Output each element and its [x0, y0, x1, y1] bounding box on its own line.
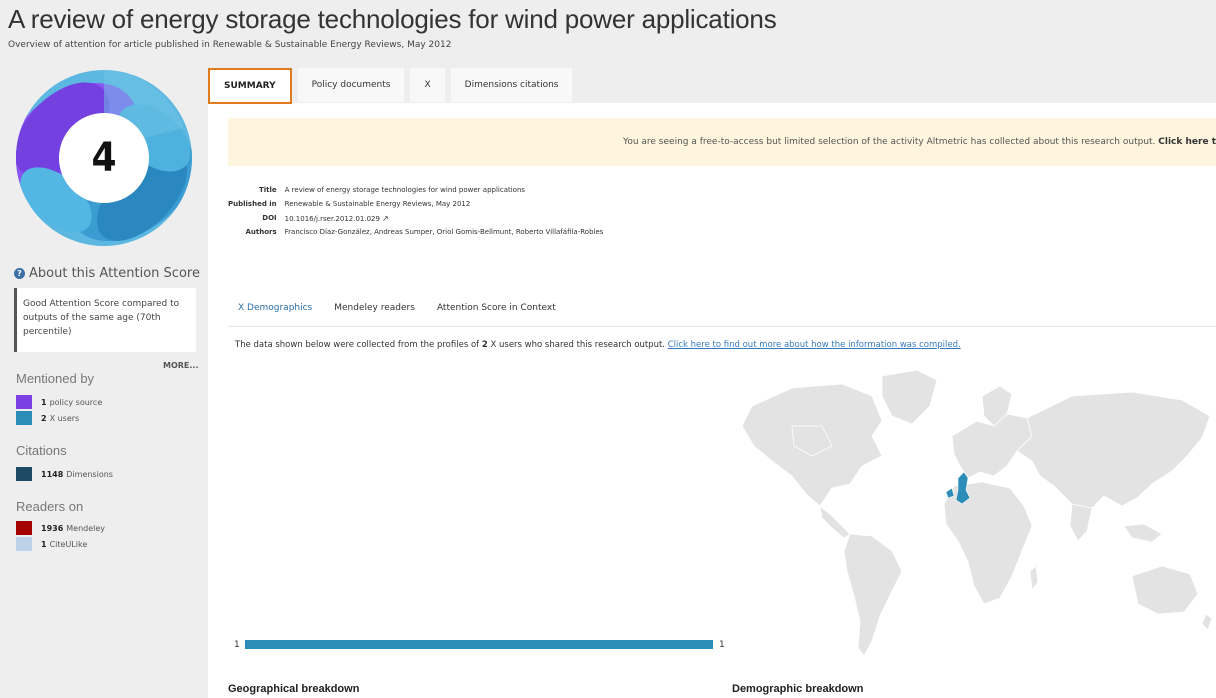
x-swatch [16, 411, 32, 425]
citeulike-count: 1 [41, 539, 47, 549]
notice-link[interactable]: Click here t [1158, 137, 1216, 147]
readers-citeulike-row[interactable]: 1 CiteULike [16, 537, 87, 551]
meta-published-value: Renewable & Sustainable Energy Reviews, … [284, 200, 471, 208]
main-tabs: SUMMARY Policy documents X Dimensions ci… [208, 68, 578, 104]
citeulike-label: CiteULike [49, 539, 88, 549]
citations-dimensions-row[interactable]: 1148 Dimensions [16, 467, 113, 481]
mendeley-count: 1936 [41, 523, 64, 533]
demographics-subtabs: X Demographics Mendeley readers Attentio… [238, 303, 556, 313]
subtab-attention-context[interactable]: Attention Score in Context [437, 303, 556, 313]
bar-min-label: 1 [234, 640, 240, 650]
page-subtitle: Overview of attention for article publis… [8, 40, 452, 50]
article-metadata: Title A review of energy storage technol… [228, 185, 607, 241]
readers-heading: Readers on [16, 499, 84, 514]
score-summary: Good Attention Score compared to outputs… [14, 288, 196, 352]
world-map-graphic [741, 369, 1213, 657]
policy-label: policy source [49, 397, 103, 407]
data-note-prefix: The data shown below were collected from… [235, 340, 482, 350]
geographic-scale-bar [245, 640, 713, 649]
doi-link[interactable]: 10.1016/j.rser.2012.01.029 [285, 215, 380, 223]
meta-title-value: A review of energy storage technologies … [284, 186, 526, 194]
tab-summary[interactable]: SUMMARY [208, 68, 292, 104]
subtab-mendeley-readers[interactable]: Mendeley readers [334, 303, 415, 313]
bar-max-label: 1 [719, 640, 725, 650]
compiled-info-link[interactable]: Click here to find out more about how th… [668, 340, 961, 350]
meta-published-key: Published in [228, 200, 277, 208]
dimensions-swatch [16, 467, 32, 481]
readers-mendeley-row[interactable]: 1936 Mendeley [16, 521, 105, 535]
meta-authors-value: Francisco Díaz-González, Andreas Sumper,… [284, 228, 604, 236]
attention-donut[interactable]: 4 [14, 68, 194, 248]
x-label: X users [49, 413, 80, 423]
dimensions-label: Dimensions [66, 469, 113, 479]
mendeley-label: Mendeley [66, 523, 106, 533]
tab-policy-documents[interactable]: Policy documents [297, 68, 405, 102]
help-icon: ? [14, 268, 25, 279]
page-title: A review of energy storage technologies … [8, 4, 777, 34]
mendeley-swatch [16, 521, 32, 535]
limited-access-notice: You are seeing a free-to-access but limi… [228, 118, 1216, 166]
mentioned-by-heading: Mentioned by [16, 371, 95, 386]
external-link-icon[interactable]: ↗ [382, 214, 389, 223]
world-map[interactable] [732, 366, 1216, 666]
about-score-link[interactable]: ? About this Attention Score [14, 266, 200, 281]
x-count: 2 [41, 413, 47, 423]
demographic-breakdown-heading: Demographic breakdown [732, 683, 864, 695]
mention-x-row[interactable]: 2 X users [16, 411, 79, 425]
geographical-breakdown-heading: Geographical breakdown [228, 683, 360, 695]
dimensions-count: 1148 [41, 469, 64, 479]
data-note-middle: X users who shared this research output. [487, 340, 668, 350]
more-link[interactable]: MORE... [163, 361, 199, 370]
meta-authors-key: Authors [245, 228, 277, 236]
policy-count: 1 [41, 397, 47, 407]
notice-text: You are seeing a free-to-access but limi… [623, 137, 1159, 147]
citations-heading: Citations [16, 443, 67, 458]
policy-swatch [16, 395, 32, 409]
meta-title-key: Title [258, 186, 277, 194]
mention-policy-row[interactable]: 1 policy source [16, 395, 102, 409]
subtab-divider [228, 326, 1216, 327]
citeulike-swatch [16, 537, 32, 551]
tab-x[interactable]: X [410, 68, 445, 102]
subtab-x-demographics[interactable]: X Demographics [238, 303, 312, 313]
meta-doi-key: DOI [262, 214, 277, 222]
attention-score: 4 [91, 135, 117, 181]
about-score-label: About this Attention Score [29, 266, 200, 281]
data-note: The data shown below were collected from… [235, 340, 961, 350]
tab-dimensions-citations[interactable]: Dimensions citations [450, 68, 573, 102]
